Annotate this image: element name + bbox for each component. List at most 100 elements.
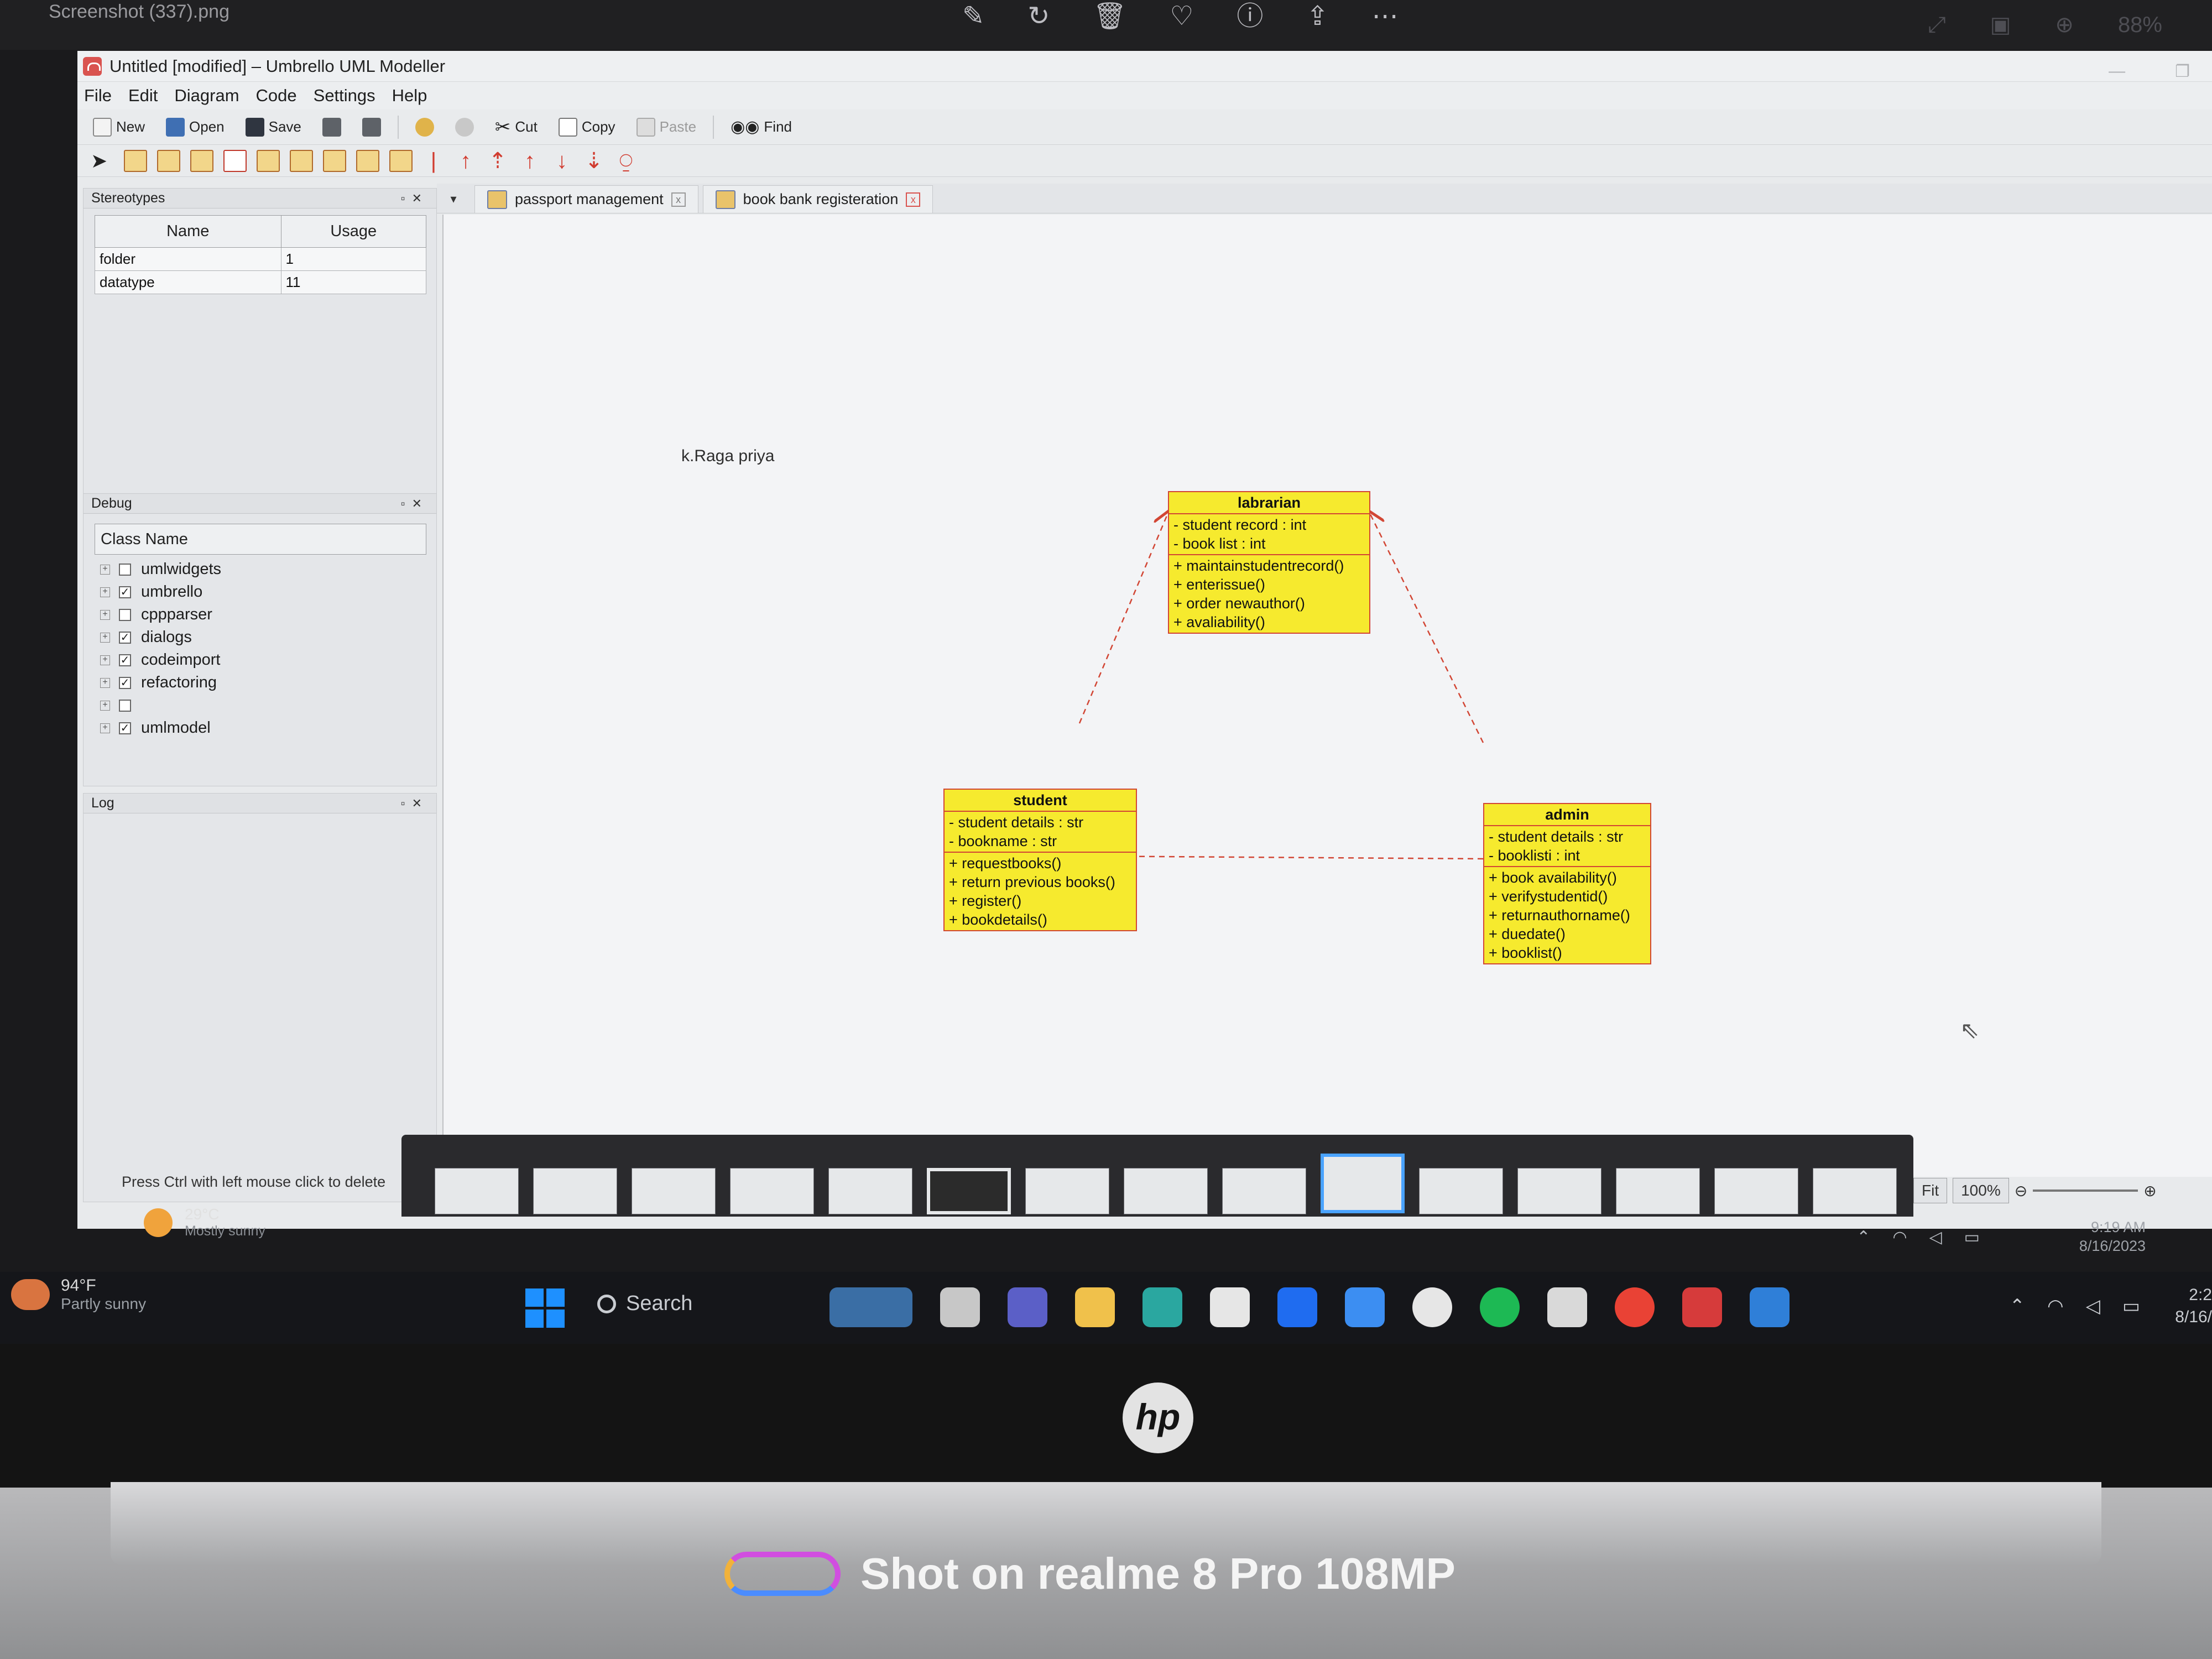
chevron-up-icon[interactable]: ⌃	[2010, 1295, 2026, 1317]
print-button[interactable]	[318, 116, 346, 139]
class-student[interactable]: student - student details : str - bookna…	[943, 789, 1137, 931]
task-view-icon[interactable]	[940, 1287, 980, 1327]
expand-icon[interactable]: +	[100, 587, 110, 597]
dropbox-icon[interactable]	[1277, 1287, 1317, 1327]
zoom-out-icon[interactable]: ⊖	[2015, 1182, 2027, 1200]
template-tool-icon[interactable]	[356, 149, 379, 172]
start-button[interactable]	[525, 1288, 565, 1328]
mail-icon[interactable]	[1345, 1287, 1385, 1327]
debug-tree-item[interactable]: + umlwidgets	[100, 558, 436, 581]
inner-clock[interactable]: 9:19 AM 8/16/2023	[2079, 1218, 2146, 1255]
expand-icon[interactable]: +	[100, 609, 110, 620]
save-button[interactable]: Save	[241, 116, 306, 139]
debug-tree-item[interactable]: + ✓ refactoring	[100, 671, 436, 694]
dock-controls[interactable]: ▫✕	[401, 191, 429, 206]
share-icon[interactable]: ⇪	[1306, 0, 1328, 33]
weather-widget[interactable]: 94°F Partly sunny	[11, 1276, 146, 1313]
expand-icon[interactable]: +	[100, 655, 110, 665]
menu-diagram[interactable]: Diagram	[174, 86, 239, 106]
checkbox[interactable]	[119, 563, 131, 576]
fullscreen-icon[interactable]: ⤢	[1928, 13, 1946, 38]
store-icon[interactable]	[1210, 1287, 1250, 1327]
taskbar-search[interactable]: Search	[597, 1292, 692, 1316]
spotify-icon[interactable]	[1480, 1287, 1520, 1327]
object-tool-icon[interactable]	[389, 149, 413, 172]
generalization-tool-icon[interactable]: ↑	[455, 150, 477, 172]
favorite-icon[interactable]: ♡	[1170, 0, 1193, 33]
debug-tree-item[interactable]: + cppparser	[100, 603, 436, 626]
column-header-class-name[interactable]: Class Name	[95, 524, 426, 555]
tab-passport-management[interactable]: passport management x	[474, 185, 698, 213]
actual-size-icon[interactable]: ▣	[1990, 12, 2011, 38]
diagram-canvas[interactable]: k.Raga priya labrarian - student record …	[442, 215, 2212, 1177]
dependency-tool-icon[interactable]: ⇡	[487, 150, 509, 172]
checkbox[interactable]: ✓	[119, 586, 131, 598]
select-pointer-icon[interactable]: ➤	[91, 149, 114, 172]
fit-button[interactable]: Fit	[1913, 1178, 1948, 1203]
close-icon[interactable]: x	[906, 192, 921, 207]
class-labrarian[interactable]: labrarian - student record : int - book …	[1168, 491, 1370, 634]
wps-office-icon[interactable]	[1682, 1287, 1722, 1327]
zoom-in-icon[interactable]: ⊕	[2055, 12, 2074, 38]
dock-controls[interactable]: ▫✕	[401, 497, 429, 511]
more-icon[interactable]: ⋯	[1372, 0, 1399, 33]
composition-tool-icon[interactable]: ⇣	[583, 150, 605, 172]
new-tab-menu-icon[interactable]: ▾	[437, 185, 470, 213]
expand-icon[interactable]: +	[100, 700, 110, 711]
class-tool-icon[interactable]	[124, 149, 147, 172]
new-button[interactable]: New	[88, 116, 149, 139]
zoom-in-icon[interactable]: ⊕	[2143, 1182, 2156, 1200]
filmstrip-thumbnail-selected[interactable]	[1321, 1154, 1405, 1213]
open-button[interactable]: Open	[161, 116, 229, 139]
zoom-slider[interactable]	[2033, 1190, 2138, 1192]
teams-icon[interactable]	[1008, 1287, 1047, 1327]
menu-code[interactable]: Code	[256, 86, 297, 106]
debug-tree-item[interactable]: +	[100, 694, 436, 717]
datatype-tool-icon[interactable]	[290, 149, 313, 172]
boat-widget-icon[interactable]	[830, 1287, 912, 1327]
link-admin-student[interactable]	[1082, 856, 1484, 859]
inner-weather-widget[interactable]: 29°C Mostly sunny	[144, 1206, 265, 1239]
column-header-name[interactable]: Name	[95, 215, 281, 248]
expand-icon[interactable]: +	[100, 723, 110, 733]
entity-tool-icon[interactable]	[323, 149, 346, 172]
volume-icon[interactable]: ◁	[1929, 1228, 1942, 1247]
menu-settings[interactable]: Settings	[314, 86, 375, 106]
cut-button[interactable]: ✂ Cut	[491, 114, 542, 140]
app-window-icon[interactable]	[1547, 1287, 1587, 1327]
containment-tool-icon[interactable]: ⍜	[615, 150, 637, 172]
zoom-reset-button[interactable]: 100%	[1953, 1178, 2009, 1203]
dock-controls[interactable]: ▫✕	[401, 796, 429, 811]
edit-icon[interactable]: ✎	[962, 0, 984, 33]
expand-icon[interactable]: +	[100, 677, 110, 688]
file-explorer-icon[interactable]	[1075, 1287, 1115, 1327]
battery-icon[interactable]: ▭	[1964, 1228, 1980, 1247]
copy-button[interactable]: Copy	[554, 116, 620, 139]
paste-button[interactable]: Paste	[632, 116, 701, 139]
chevron-up-icon[interactable]: ⌃	[1856, 1228, 1870, 1247]
debug-tree-item[interactable]: + ✓ umbrello	[100, 581, 436, 603]
info-icon[interactable]: ⓘ	[1237, 0, 1263, 33]
battery-icon[interactable]: ▭	[2122, 1295, 2140, 1317]
checkbox[interactable]	[119, 699, 131, 712]
delete-icon[interactable]: 🗑	[1093, 0, 1126, 33]
taskbar-clock[interactable]: 2:2 8/16/	[2175, 1284, 2212, 1328]
checkbox[interactable]: ✓	[119, 722, 131, 734]
debug-tree-item[interactable]: + ✓ umlmodel	[100, 717, 436, 739]
table-row[interactable]: folder 1	[95, 247, 426, 271]
checkbox[interactable]: ✓	[119, 676, 131, 689]
realization-tool-icon[interactable]: ↑	[519, 150, 541, 172]
minimize-icon[interactable]: —	[2109, 62, 2125, 81]
wifi-icon[interactable]: ◠	[1892, 1228, 1907, 1247]
maximize-icon[interactable]: ❐	[2175, 62, 2190, 81]
volume-icon[interactable]: ◁	[2086, 1295, 2100, 1317]
tab-book-bank-registeration[interactable]: book bank registeration x	[702, 185, 933, 213]
wifi-icon[interactable]: ◠	[2047, 1295, 2064, 1317]
close-icon[interactable]: x	[671, 192, 686, 207]
table-row[interactable]: datatype 11	[95, 270, 426, 294]
print-preview-button[interactable]	[358, 116, 385, 139]
class-admin[interactable]: admin - student details : str - booklist…	[1483, 803, 1651, 964]
interface-tool-icon[interactable]	[157, 149, 180, 172]
package-tool-icon[interactable]	[190, 149, 213, 172]
debug-tree-item[interactable]: + ✓ dialogs	[100, 626, 436, 649]
